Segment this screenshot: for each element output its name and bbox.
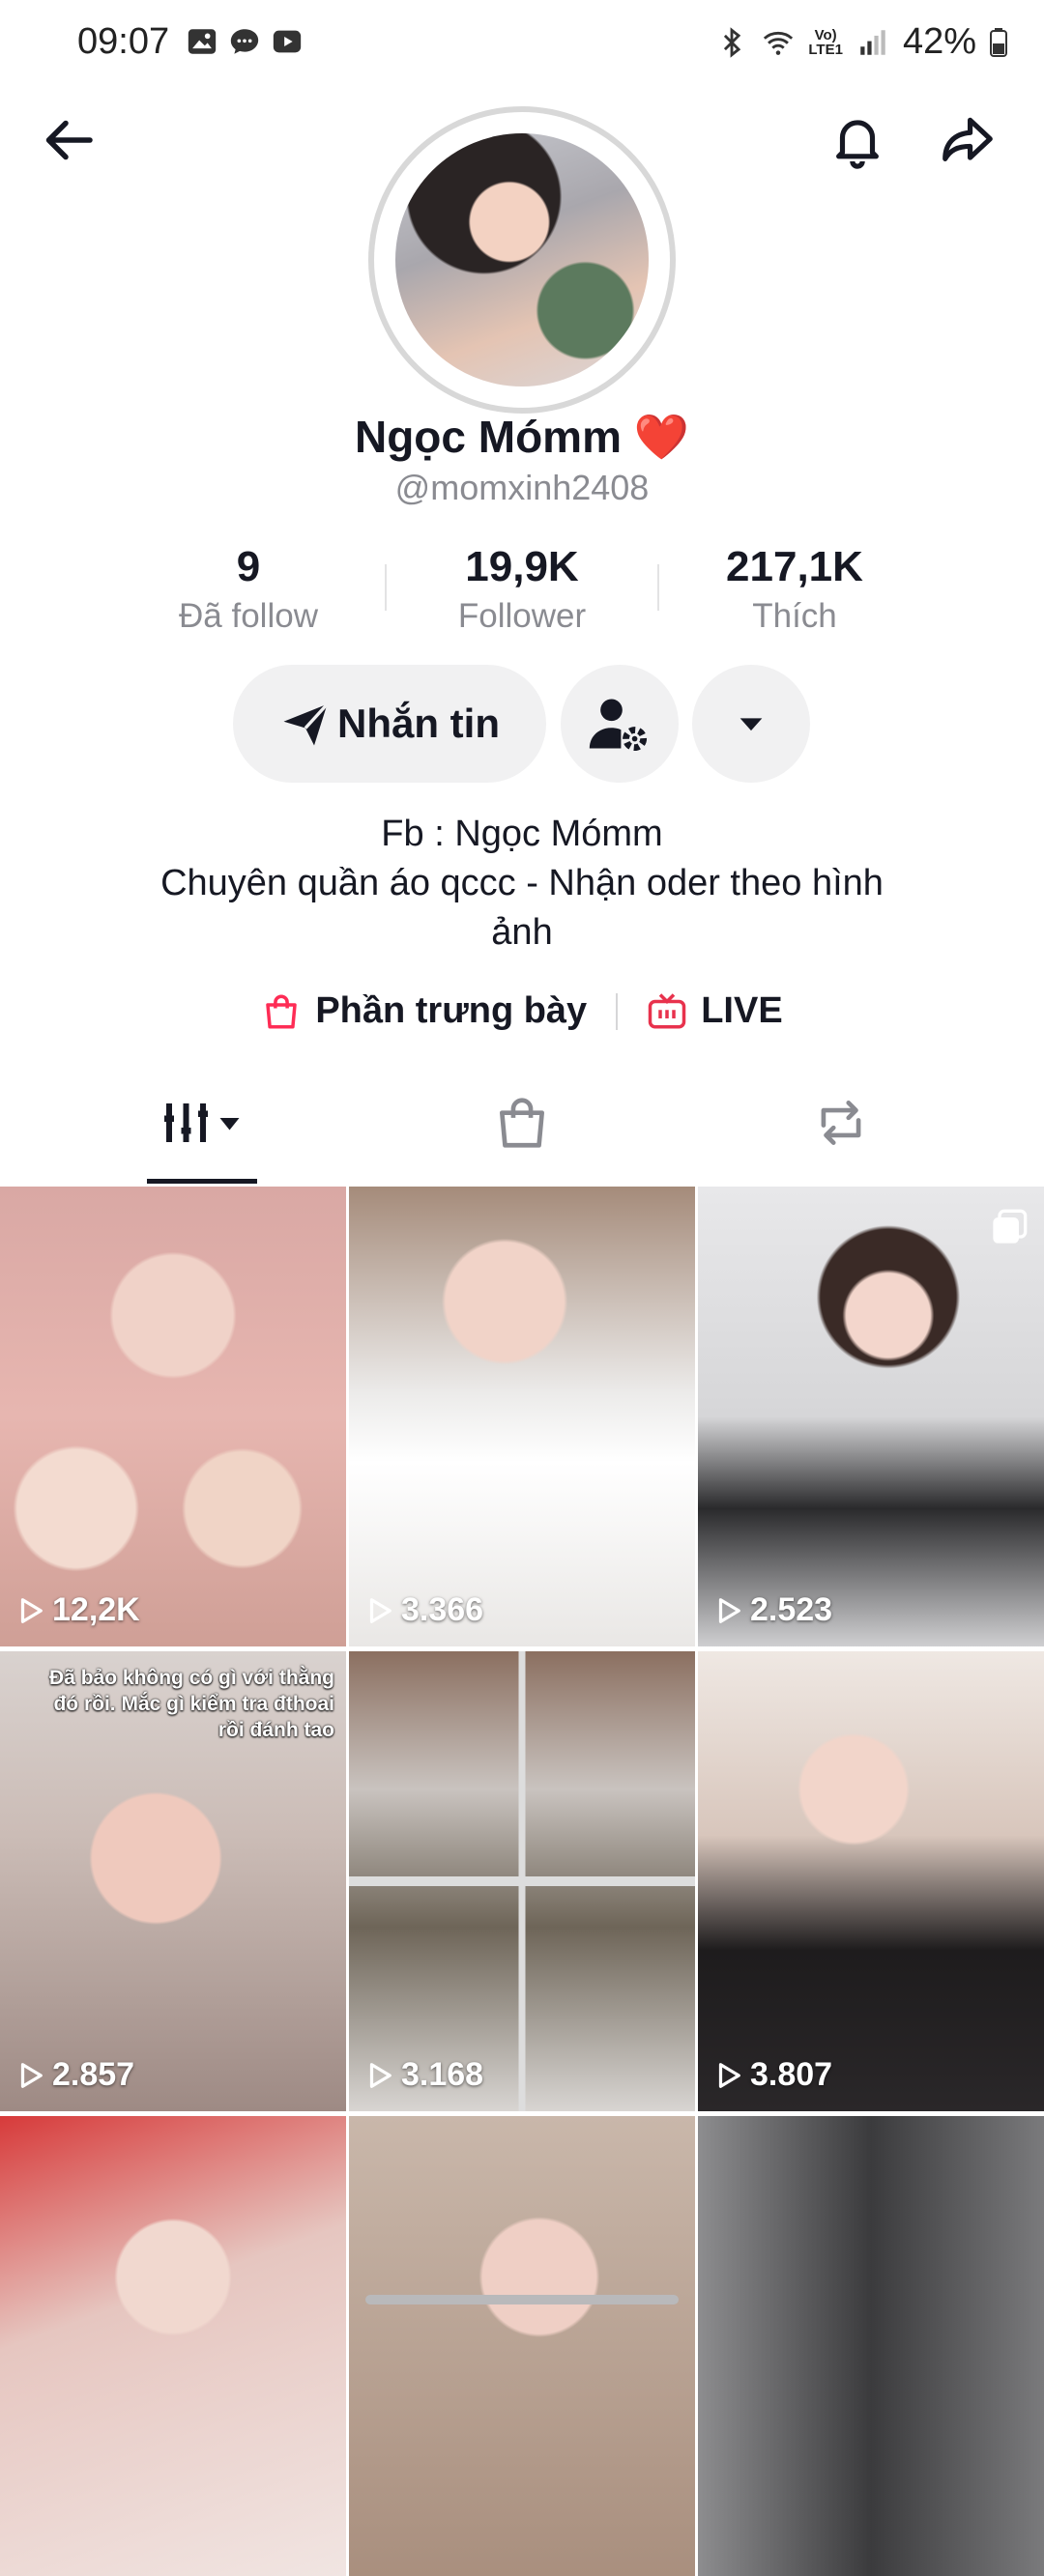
live-link[interactable]: LIVE bbox=[647, 990, 783, 1032]
status-right: Vo) LTE1 42% bbox=[715, 21, 1007, 63]
message-button[interactable]: Nhắn tin bbox=[233, 665, 546, 783]
avatar-ring[interactable] bbox=[368, 106, 676, 414]
link-divider bbox=[616, 992, 619, 1030]
play-outline-icon bbox=[369, 1597, 392, 1623]
profile-links: Phần trưng bày LIVE bbox=[0, 990, 1044, 1032]
stat-followers[interactable]: 19,9K Follower bbox=[396, 543, 648, 636]
multi-photo-icon bbox=[993, 1209, 1028, 1244]
status-bar: 09:07 Vo) LTE1 42% bbox=[0, 0, 1044, 87]
share-button[interactable] bbox=[934, 106, 1001, 174]
profile-handle: @momxinh2408 bbox=[394, 468, 650, 507]
avatar bbox=[395, 133, 649, 386]
battery-percent: 42% bbox=[902, 21, 976, 62]
tab-shop[interactable] bbox=[348, 1063, 696, 1183]
stat-label: Thích bbox=[752, 597, 837, 635]
battery-icon bbox=[990, 27, 1007, 57]
message-button-label: Nhắn tin bbox=[337, 701, 500, 746]
view-count: 3.807 bbox=[713, 2056, 832, 2094]
notifications-button[interactable] bbox=[824, 106, 891, 174]
view-count: 3.366 bbox=[364, 1591, 483, 1629]
view-count: 3.168 bbox=[364, 2056, 483, 2094]
bell-icon bbox=[836, 120, 879, 169]
bio-line: Chuyên quần áo qccc - Nhận oder theo hìn… bbox=[160, 863, 884, 903]
stat-divider bbox=[385, 564, 387, 611]
play-outline-icon bbox=[718, 2062, 740, 2088]
video-thumbnail[interactable]: 3.807 bbox=[698, 1651, 1044, 2111]
video-thumbnail[interactable]: 3.168 bbox=[349, 1651, 695, 2111]
play-outline-icon bbox=[20, 2062, 43, 2088]
video-caption: Đã bảo không có gì với thằng đó rồi. Mắc… bbox=[49, 1667, 334, 1741]
video-thumbnail[interactable] bbox=[349, 2116, 695, 2576]
notification-icons bbox=[186, 25, 304, 58]
video-thumbnail[interactable]: Đã bảo không có gì với thằng đó rồi. Mắc… bbox=[0, 1651, 346, 2111]
user-settings-button[interactable] bbox=[561, 665, 679, 783]
back-button[interactable] bbox=[37, 106, 104, 174]
shopping-bag-icon bbox=[500, 1098, 544, 1148]
profile-stats: 9 Đã follow 19,9K Follower 217,1K Thích bbox=[0, 543, 1044, 640]
signal-icon bbox=[860, 29, 885, 55]
showcase-label: Phần trưng bày bbox=[315, 990, 588, 1031]
home-indicator[interactable] bbox=[365, 2295, 679, 2304]
stat-likes[interactable]: 217,1K Thích bbox=[669, 543, 920, 636]
arrow-left-icon bbox=[45, 120, 93, 160]
wifi-icon bbox=[764, 31, 794, 55]
tab-videos[interactable] bbox=[29, 1063, 377, 1183]
active-tab-indicator bbox=[147, 1179, 257, 1184]
video-thumbnail[interactable] bbox=[0, 2116, 346, 2576]
video-thumbnail[interactable]: 2.523 bbox=[698, 1187, 1044, 1646]
send-icon bbox=[283, 702, 329, 746]
gallery-icon bbox=[188, 29, 217, 54]
heart-emoji: ❤️ bbox=[633, 412, 690, 462]
user-gear-icon bbox=[589, 699, 648, 752]
live-label: LIVE bbox=[701, 990, 783, 1031]
profile-bio: Fb : Ngọc Mómm Chuyên quần áo qccc - Nhậ… bbox=[0, 810, 1044, 958]
caret-down-icon bbox=[740, 718, 763, 731]
stat-divider bbox=[657, 564, 659, 611]
chat-icon bbox=[230, 29, 259, 54]
stat-value: 217,1K bbox=[726, 543, 863, 590]
content-tabs bbox=[0, 1063, 1044, 1187]
view-count: 12,2K bbox=[15, 1591, 140, 1629]
play-outline-icon bbox=[369, 2062, 392, 2088]
video-thumbnail[interactable] bbox=[698, 2116, 1044, 2576]
bluetooth-icon bbox=[724, 26, 741, 58]
play-outline-icon bbox=[718, 1597, 740, 1623]
tab-reposts[interactable] bbox=[667, 1063, 1015, 1183]
more-options-button[interactable] bbox=[692, 665, 810, 783]
stat-following[interactable]: 9 Đã follow bbox=[123, 543, 374, 636]
repost-icon bbox=[821, 1101, 861, 1145]
bio-line: Fb : Ngọc Mómm bbox=[381, 814, 663, 854]
grid-filter-icon bbox=[164, 1103, 240, 1142]
profile-name: Ngọc Mómm ❤️ bbox=[354, 412, 690, 462]
live-tv-icon bbox=[648, 992, 686, 1028]
stat-label: Đã follow bbox=[179, 597, 318, 635]
video-thumbnail[interactable]: 12,2K bbox=[0, 1187, 346, 1646]
play-outline-icon bbox=[20, 1597, 43, 1623]
showcase-link[interactable]: Phần trưng bày bbox=[261, 990, 587, 1032]
status-time: 09:07 bbox=[77, 21, 170, 62]
stat-label: Follower bbox=[457, 597, 587, 635]
stat-value: 19,9K bbox=[465, 543, 579, 590]
view-count: 2.523 bbox=[713, 1591, 832, 1629]
shopping-bag-icon bbox=[266, 994, 298, 1028]
bio-line: ảnh bbox=[491, 912, 553, 953]
share-icon bbox=[942, 117, 993, 161]
video-app-icon bbox=[273, 30, 302, 53]
volte-indicator: Vo) LTE1 bbox=[808, 26, 843, 58]
view-count: 2.857 bbox=[15, 2056, 134, 2094]
video-thumbnail[interactable]: 3.366 bbox=[349, 1187, 695, 1646]
stat-value: 9 bbox=[236, 543, 261, 590]
